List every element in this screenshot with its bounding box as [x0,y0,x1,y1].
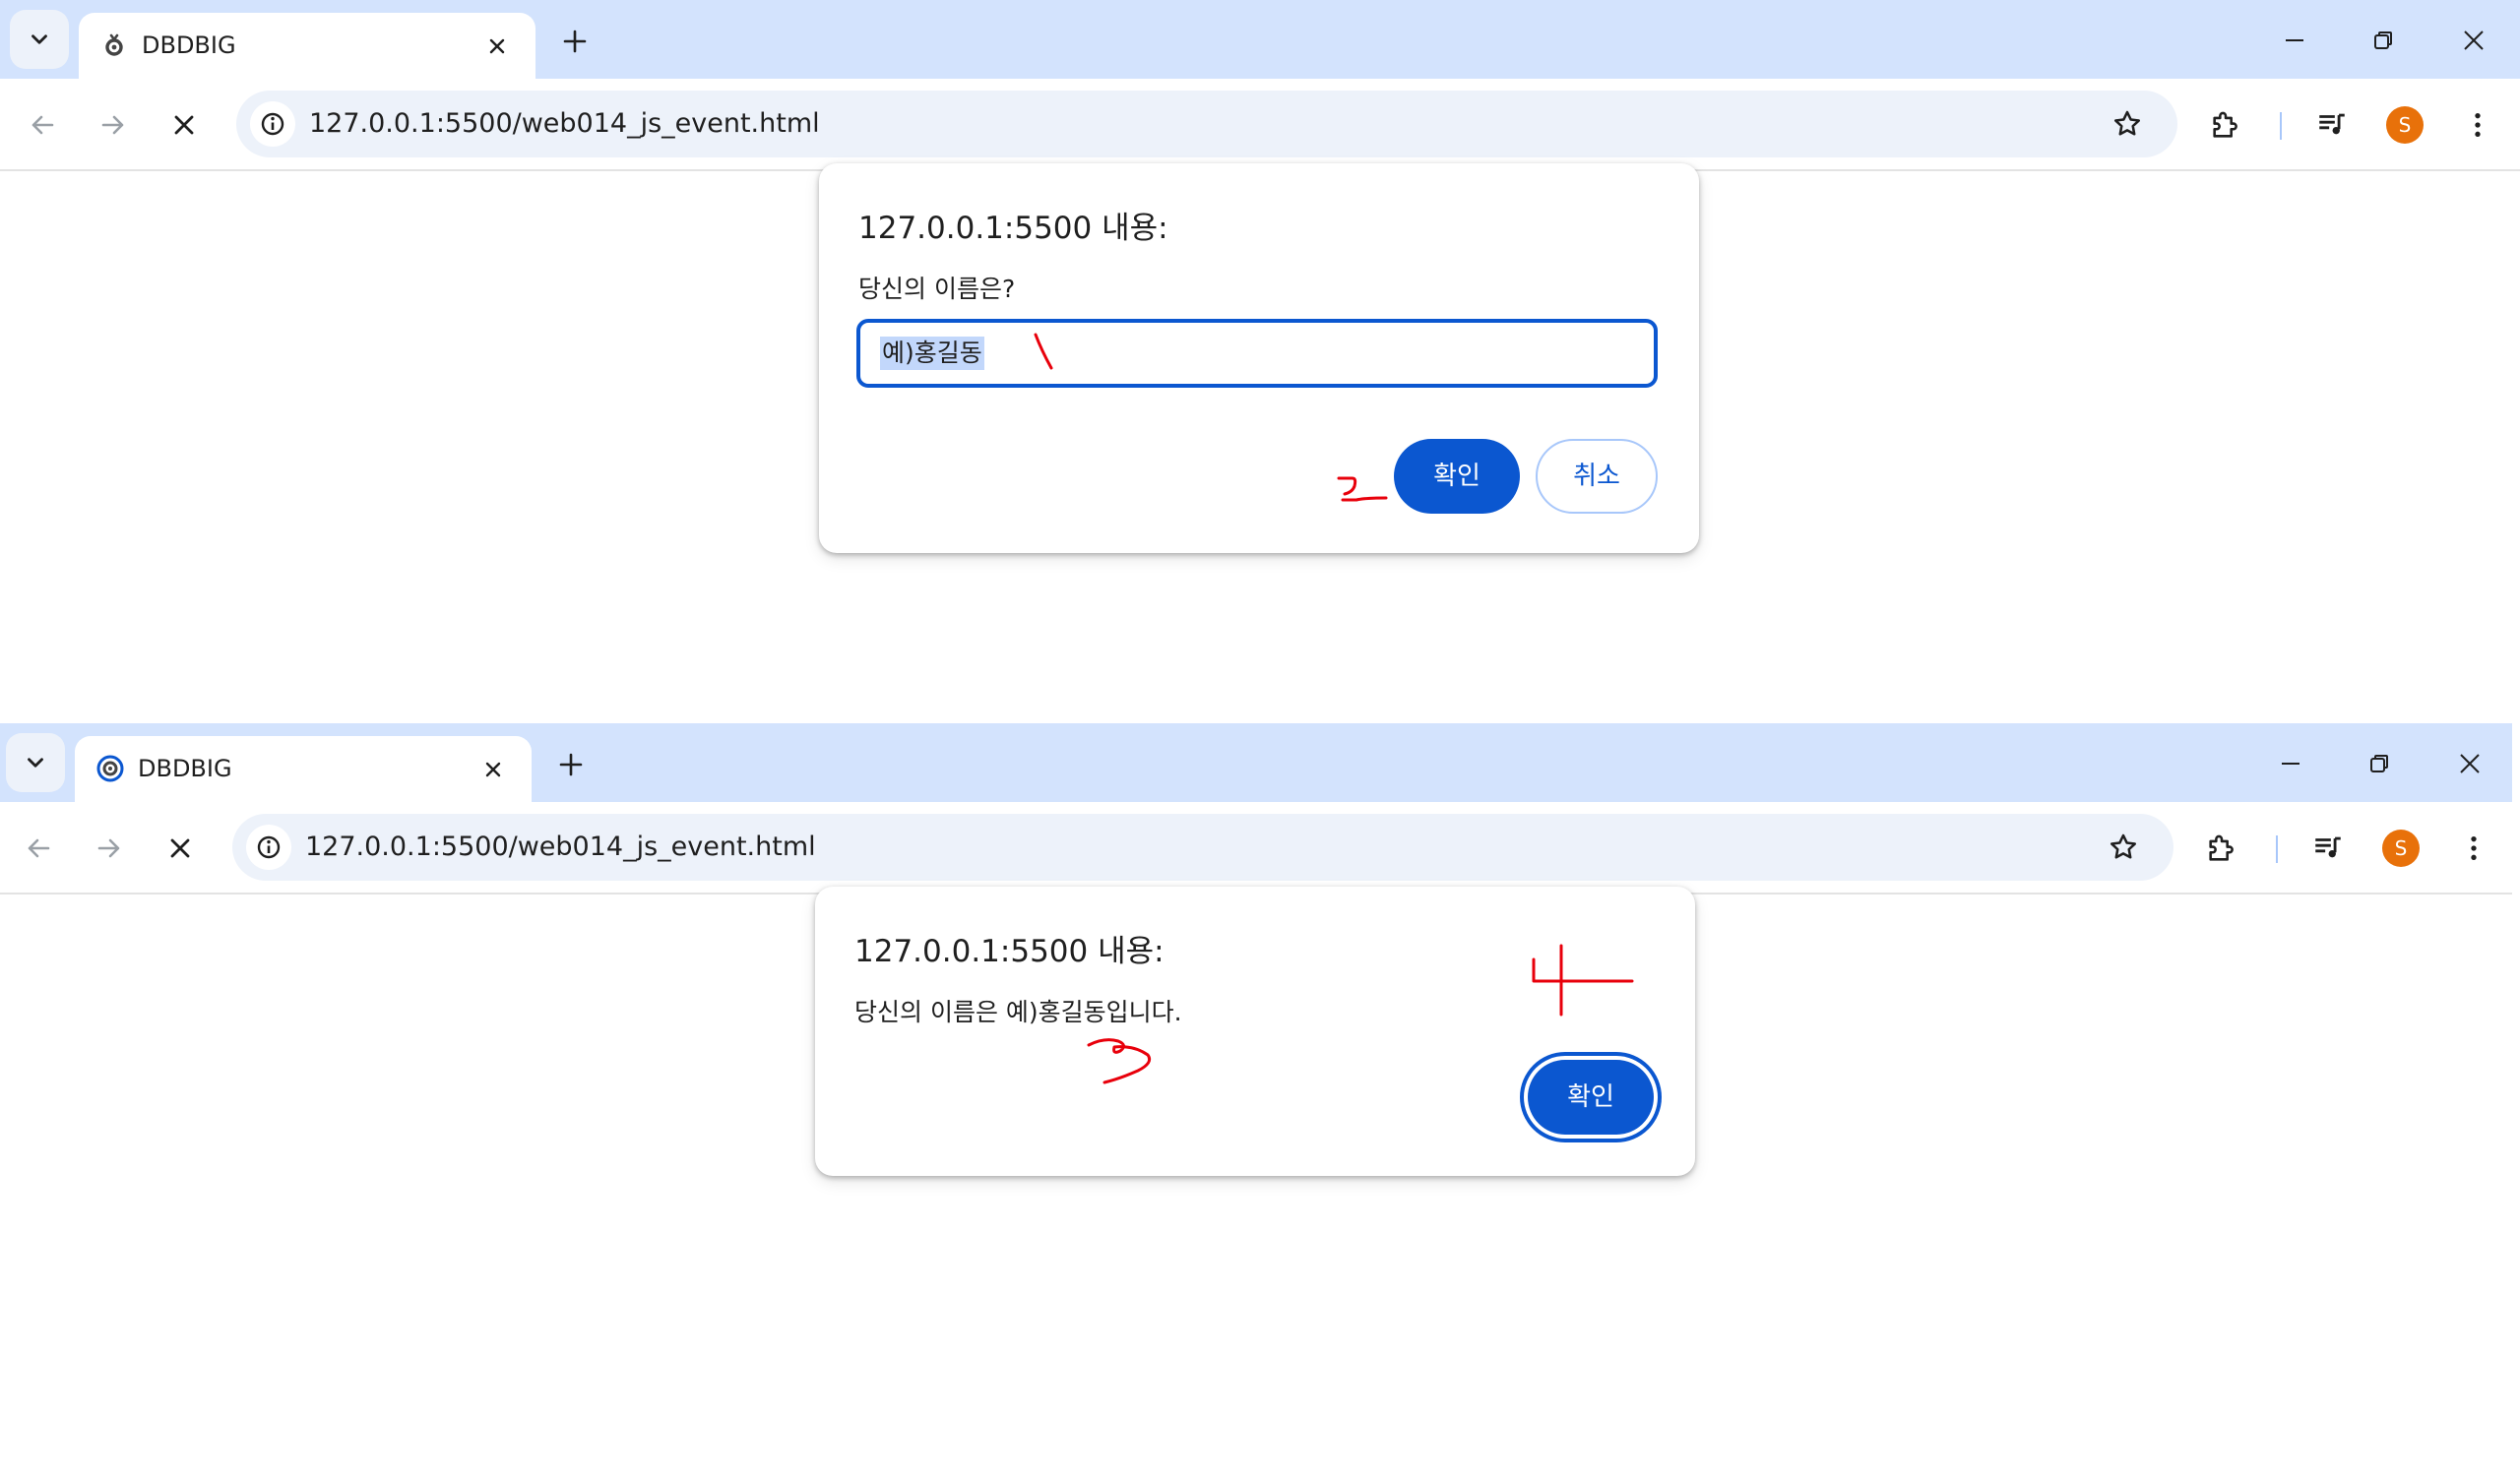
cancel-button[interactable]: 취소 [1536,439,1658,514]
tab-strip: DBDBIG [0,723,2512,802]
kebab-menu-icon[interactable] [2455,102,2500,148]
back-icon[interactable] [16,826,61,871]
screenshot-alert: DBDBIG 127.0.0.1:5500/web014_js_event.ht… [0,723,2520,1447]
url-text: 127.0.0.1:5500/web014_js_event.html [309,108,820,139]
toolbar-divider [2276,835,2278,863]
info-icon[interactable] [250,101,295,147]
screenshot-prompt: DBDBIG 127.0.0.1:5500/web014_js_event.ht… [0,0,2520,723]
browser-toolbar: 127.0.0.1:5500/web014_js_event.html S [0,802,2512,894]
window-close-icon[interactable] [2449,16,2498,65]
info-icon[interactable] [246,825,291,870]
media-control-icon[interactable] [2309,102,2355,148]
prompt-input-value[interactable]: 예)홍길동 [880,337,984,370]
favicon-icon [94,753,126,784]
favicon-icon [98,30,130,61]
address-bar[interactable]: 127.0.0.1:5500/web014_js_event.html [232,814,2174,881]
annotation-mark-4 [1532,944,1634,1017]
window-close-icon[interactable] [2445,739,2494,788]
stop-loading-icon[interactable] [161,102,207,148]
new-tab-plus-icon[interactable] [553,20,597,63]
dialog-title: 127.0.0.1:5500 내용: [854,934,1165,969]
tab-search-icon[interactable] [6,733,65,792]
restore-icon[interactable] [2359,16,2408,65]
browser-tab[interactable]: DBDBIG [79,13,536,79]
dialog-title: 127.0.0.1:5500 내용: [858,211,1168,246]
forward-icon[interactable] [91,102,136,148]
toolbar-divider [2280,112,2282,140]
ok-button[interactable]: 확인 [1394,439,1520,514]
address-bar[interactable]: 127.0.0.1:5500/web014_js_event.html [236,91,2177,157]
star-icon[interactable] [2103,827,2144,868]
alert-dialog: 127.0.0.1:5500 내용: 당신의 이름은 예)홍길동입니다. 확인 [815,887,1695,1176]
profile-avatar[interactable]: S [2386,106,2424,144]
new-tab-plus-icon[interactable] [549,743,593,786]
annotation-mark-3 [1087,1038,1152,1084]
extensions-icon[interactable] [2203,102,2248,148]
tab-strip: DBDBIG [0,0,2520,79]
prompt-dialog: 127.0.0.1:5500 내용: 당신의 이름은? 예)홍길동 확인 취소 [819,163,1699,553]
restore-icon[interactable] [2355,739,2404,788]
prompt-input[interactable]: 예)홍길동 [856,319,1658,388]
annotation-mark-2 [1337,476,1388,502]
ok-button[interactable]: 확인 [1528,1060,1654,1135]
tab-title: DBDBIG [138,755,232,782]
stop-loading-icon[interactable] [158,826,203,871]
tab-close-icon[interactable] [480,30,514,63]
star-icon[interactable] [2107,103,2148,145]
browser-tab[interactable]: DBDBIG [75,736,532,802]
media-control-icon[interactable] [2305,826,2351,871]
tab-title: DBDBIG [142,31,236,59]
annotation-mark-1 [1034,333,1053,370]
forward-icon[interactable] [87,826,132,871]
kebab-menu-icon[interactable] [2451,826,2496,871]
browser-toolbar: 127.0.0.1:5500/web014_js_event.html S [0,79,2520,171]
dialog-message: 당신의 이름은 예)홍길동입니다. [854,998,1182,1026]
dialog-message: 당신의 이름은? [858,275,1016,303]
tab-search-icon[interactable] [10,10,69,69]
profile-avatar[interactable]: S [2382,830,2420,867]
tab-close-icon[interactable] [476,753,510,786]
minimize-icon[interactable] [2266,739,2315,788]
extensions-icon[interactable] [2199,826,2244,871]
url-text: 127.0.0.1:5500/web014_js_event.html [305,832,816,862]
minimize-icon[interactable] [2270,16,2319,65]
back-icon[interactable] [20,102,65,148]
